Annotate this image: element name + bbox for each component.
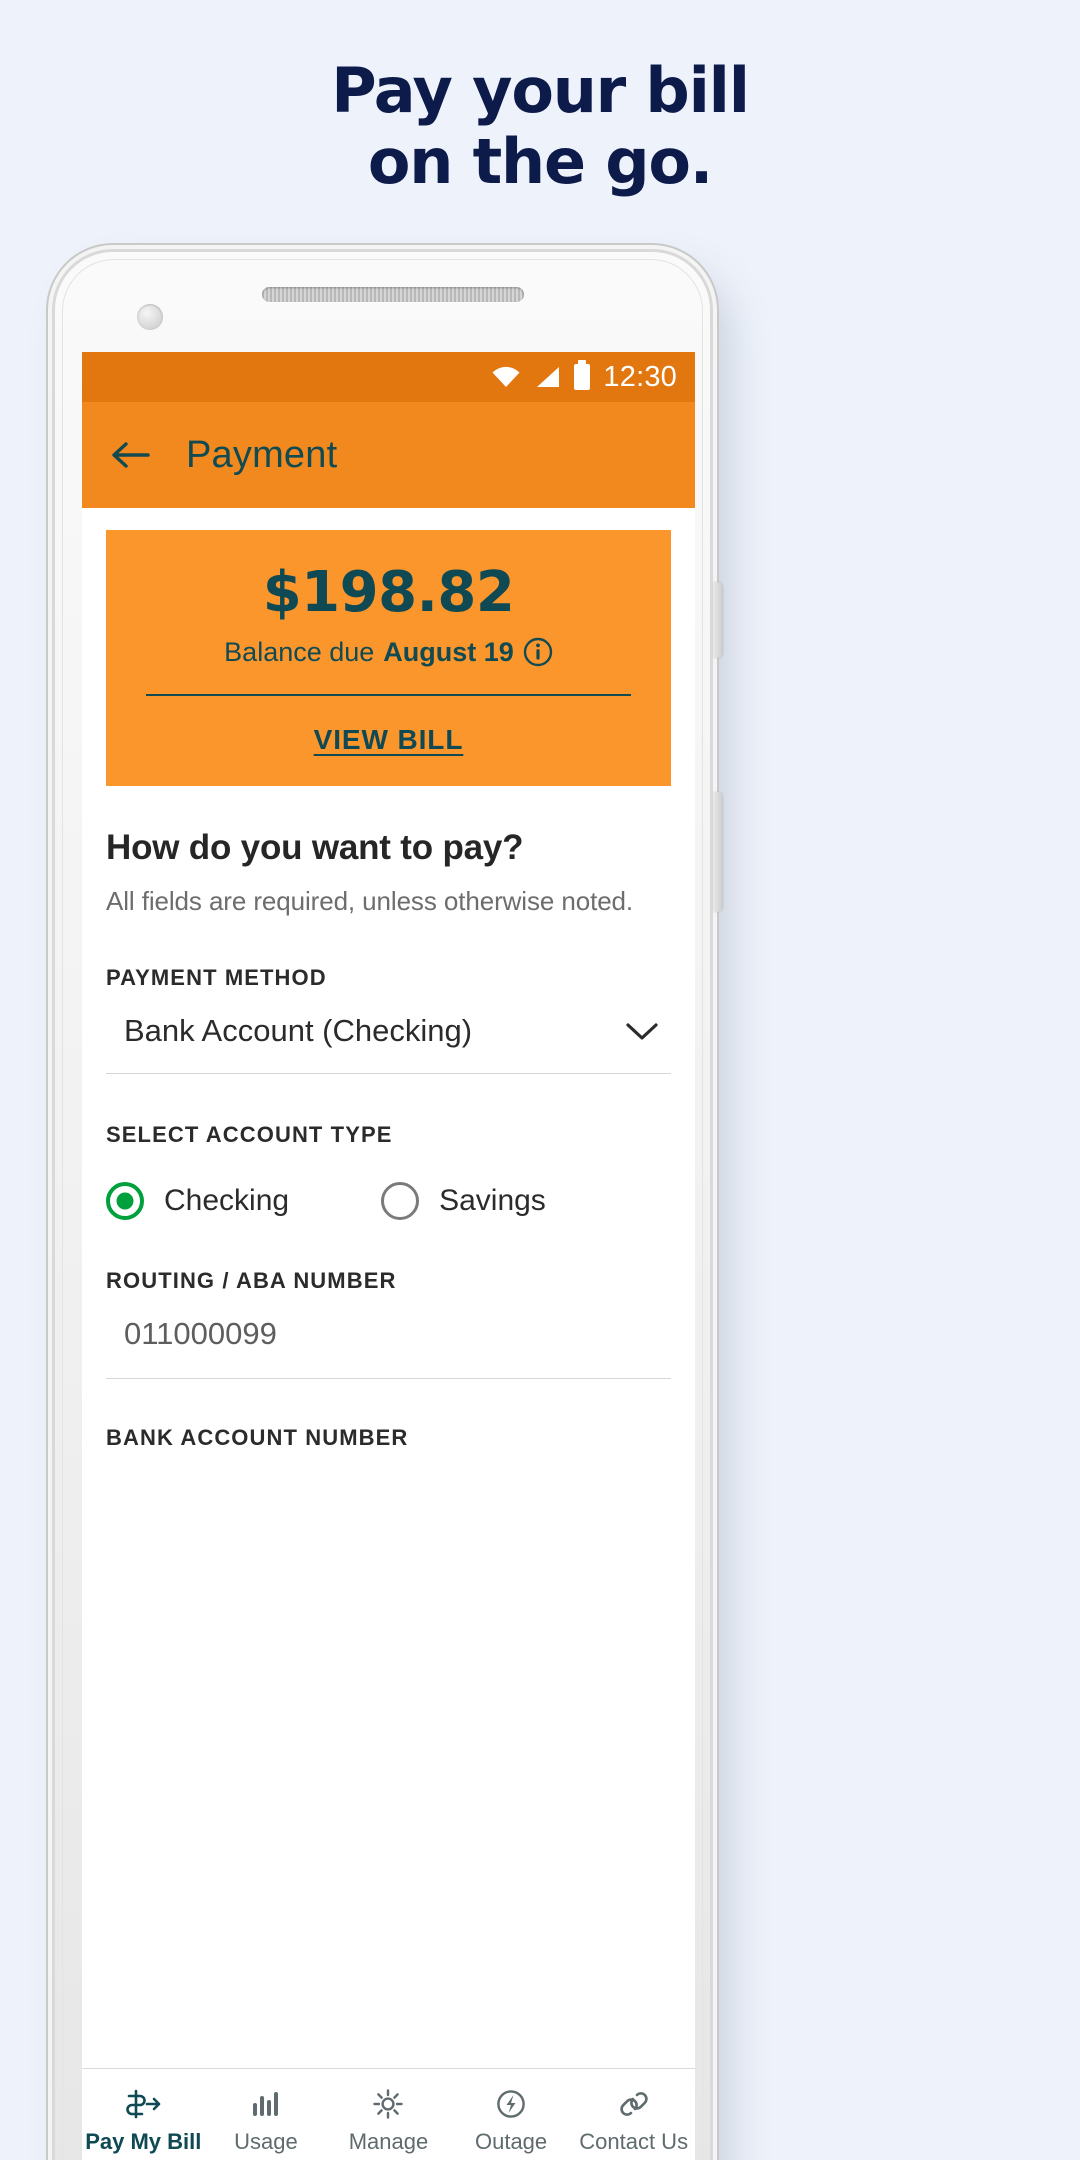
contact-link-icon [617,2086,651,2122]
manage-gear-icon [371,2086,405,2122]
balance-due-prefix: Balance due [224,636,375,667]
form-section-title: How do you want to pay? [106,827,524,867]
promo-headline-line2: on the go. [367,124,713,198]
status-bar: 12:30 [82,352,695,402]
balance-due-date: August 19 [383,636,514,667]
front-camera-icon [137,304,163,330]
balance-card: $198.82 Balance due August 19 VIEW BILL [106,530,671,786]
page-title: Payment [186,433,338,476]
radio-savings-indicator[interactable] [381,1181,420,1220]
payment-method-select[interactable]: Bank Account (Checking) [106,1013,671,1074]
bank-account-number-label: BANK ACCOUNT NUMBER [106,1424,409,1450]
phone-device-frame: 12:30 Payment $198.82 Balance due August… [55,252,722,2160]
power-button[interactable] [713,582,722,658]
outage-bolt-icon [494,2086,528,2122]
nav-label-usage: Usage [234,2129,298,2154]
bottom-navigation: Pay My Bill Usage Manage Outage Contact … [82,2068,695,2160]
info-icon[interactable] [523,637,553,667]
nav-label-manage: Manage [348,2129,429,2154]
balance-card-divider [146,693,631,696]
radio-checking-label: Checking [164,1183,290,1217]
usage-bars-icon [249,2086,283,2122]
nav-label-outage: Outage [474,2129,548,2154]
phone-screen: 12:30 Payment $198.82 Balance due August… [82,352,695,2160]
radio-option-savings[interactable]: Savings [381,1181,546,1220]
routing-number-label: ROUTING / ABA NUMBER [106,1267,397,1293]
form-section-subtitle: All fields are required, unless otherwis… [106,885,634,916]
wifi-icon [491,366,521,388]
radio-option-checking[interactable]: Checking [106,1181,290,1220]
nav-item-contact-us[interactable]: Contact Us [572,2086,695,2155]
radio-savings-label: Savings [439,1183,546,1217]
nav-label-contact-us: Contact Us [579,2129,689,2154]
volume-button[interactable] [713,792,722,912]
radio-checking-indicator[interactable] [106,1181,144,1220]
status-bar-clock: 12:30 [603,360,677,393]
nav-label-pay-my-bill: Pay My Bill [85,2129,202,2154]
back-arrow-icon[interactable] [110,439,150,471]
payment-method-label: PAYMENT METHOD [106,964,327,990]
balance-amount: $198.82 [262,560,515,625]
balance-due-line: Balance due August 19 [140,637,637,668]
view-bill-link[interactable]: VIEW BILL [314,724,464,756]
nav-item-outage[interactable]: Outage [450,2086,573,2155]
payment-method-value: Bank Account (Checking) [124,1012,473,1048]
promo-headline-line1: Pay your bill [331,54,750,127]
account-type-radio-group: Checking Savings [106,1181,671,1220]
app-bar: Payment [82,402,695,508]
battery-icon [574,360,591,390]
signal-icon [534,366,561,388]
routing-number-input[interactable]: 011000099 [106,1316,671,1379]
pay-bill-icon [123,2086,163,2122]
promo-headline: Pay your bill on the go. [0,54,1080,198]
nav-item-pay-my-bill[interactable]: Pay My Bill [82,2086,205,2155]
nav-item-manage[interactable]: Manage [327,2086,450,2155]
screen-content: $198.82 Balance due August 19 VIEW BILL [82,508,695,2160]
payment-form: How do you want to pay? All fields are r… [82,828,695,1451]
nav-item-usage[interactable]: Usage [205,2086,328,2155]
account-type-label: SELECT ACCOUNT TYPE [106,1121,393,1147]
chevron-down-icon [625,1021,659,1041]
earpiece-speaker [262,287,524,302]
